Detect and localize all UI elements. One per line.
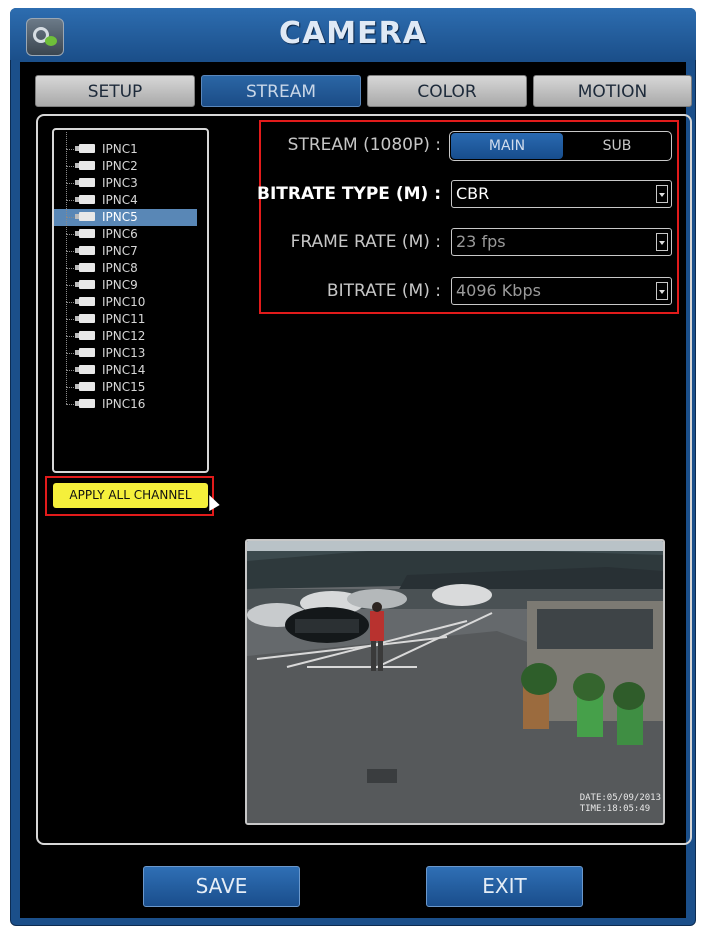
channel-item[interactable]: IPNC1 xyxy=(54,132,197,158)
channel-label: IPNC9 xyxy=(102,278,138,292)
channel-label: IPNC8 xyxy=(102,261,138,275)
window-title: CAMERA xyxy=(279,16,427,51)
tree-line xyxy=(66,268,67,285)
tree-line xyxy=(66,319,67,336)
channel-label: IPNC3 xyxy=(102,176,138,190)
tree-line xyxy=(66,285,67,302)
channel-item[interactable]: IPNC15 xyxy=(54,370,197,396)
channel-item[interactable]: IPNC11 xyxy=(54,302,197,328)
ip-camera-icon xyxy=(75,161,95,170)
channel-label: IPNC16 xyxy=(102,397,146,411)
ip-camera-icon xyxy=(75,144,95,153)
tree-line xyxy=(66,166,67,183)
ip-camera-icon xyxy=(75,348,95,357)
camera-preview: DATE:05/09/2013 TIME:18:05:49 xyxy=(245,539,665,825)
preview-timestamp: DATE:05/09/2013 TIME:18:05:49 xyxy=(580,793,661,815)
chevron-down-icon xyxy=(656,185,668,203)
save-button[interactable]: SAVE xyxy=(143,866,300,907)
channel-label: IPNC10 xyxy=(102,295,146,309)
tree-line xyxy=(66,370,67,387)
bitrate-type-value: CBR xyxy=(456,184,490,203)
channel-label: IPNC14 xyxy=(102,363,146,377)
channel-item[interactable]: IPNC7 xyxy=(54,234,197,260)
channel-item[interactable]: IPNC6 xyxy=(54,217,197,243)
channel-item[interactable]: IPNC8 xyxy=(54,251,197,277)
frame-rate-value: 23 fps xyxy=(456,232,506,251)
frame-rate-label: FRAME RATE (M) : xyxy=(290,232,441,252)
ip-camera-icon xyxy=(75,212,95,221)
channel-item[interactable]: IPNC13 xyxy=(54,336,197,362)
channel-label: IPNC11 xyxy=(102,312,146,326)
channel-item[interactable]: IPNC10 xyxy=(54,285,197,311)
bitrate-label: BITRATE (M) : xyxy=(326,281,441,301)
tree-line xyxy=(66,387,67,404)
tree-line xyxy=(66,132,67,149)
ip-camera-icon xyxy=(75,314,95,323)
channel-label: IPNC1 xyxy=(102,142,138,156)
title-bar: CAMERA xyxy=(10,8,696,60)
stream-toggle[interactable]: MAIN SUB xyxy=(449,131,672,161)
chevron-down-icon xyxy=(656,282,668,300)
channel-item[interactable]: IPNC14 xyxy=(54,353,197,379)
tree-line xyxy=(66,302,67,319)
channel-item[interactable]: IPNC12 xyxy=(54,319,197,345)
bitrate-select[interactable]: 4096 Kbps xyxy=(451,277,672,305)
preview-time: TIME:18:05:49 xyxy=(579,804,651,814)
channel-item[interactable]: IPNC3 xyxy=(54,166,197,192)
tree-line xyxy=(66,200,67,217)
stream-main-button[interactable]: MAIN xyxy=(451,133,563,159)
ip-camera-icon xyxy=(75,382,95,391)
parking-lot-scene xyxy=(247,541,663,823)
channel-item[interactable]: IPNC9 xyxy=(54,268,197,294)
ip-camera-icon xyxy=(75,280,95,289)
stream-sub-button[interactable]: SUB xyxy=(564,133,670,159)
ip-camera-icon xyxy=(75,229,95,238)
ip-camera-icon xyxy=(75,297,95,306)
tree-line xyxy=(66,217,67,234)
channel-label: IPNC7 xyxy=(102,244,138,258)
channel-item[interactable]: IPNC5 xyxy=(54,200,197,226)
tree-line xyxy=(66,183,67,200)
channel-label: IPNC6 xyxy=(102,227,138,241)
channel-label: IPNC13 xyxy=(102,346,146,360)
ip-camera-icon xyxy=(75,365,95,374)
tab-stream[interactable]: STREAM xyxy=(201,75,361,107)
bitrate-type-label: BITRATE TYPE (M) : xyxy=(256,184,441,204)
ip-camera-icon xyxy=(75,246,95,255)
ip-camera-icon xyxy=(75,331,95,340)
channel-item[interactable]: IPNC16 xyxy=(54,387,197,413)
tree-line xyxy=(66,234,67,251)
tree-line xyxy=(66,251,67,268)
ip-camera-icon xyxy=(75,399,95,408)
channel-label: IPNC15 xyxy=(102,380,146,394)
highlight-frame xyxy=(45,476,214,516)
ip-camera-icon xyxy=(75,195,95,204)
channel-label: IPNC5 xyxy=(102,210,138,224)
tree-line xyxy=(66,353,67,370)
tab-motion[interactable]: MOTION xyxy=(533,75,692,107)
channel-label: IPNC2 xyxy=(102,159,138,173)
tab-color[interactable]: COLOR xyxy=(367,75,527,107)
tree-line xyxy=(66,336,67,353)
tab-setup[interactable]: SETUP xyxy=(35,75,195,107)
bitrate-value: 4096 Kbps xyxy=(456,281,541,300)
tree-line xyxy=(66,149,67,166)
stream-label: STREAM (1080P) : xyxy=(287,135,441,155)
frame-rate-select[interactable]: 23 fps xyxy=(451,228,672,256)
chevron-down-icon xyxy=(656,233,668,251)
exit-button[interactable]: EXIT xyxy=(426,866,583,907)
ip-camera-icon xyxy=(75,263,95,272)
bitrate-type-select[interactable]: CBR xyxy=(451,180,672,208)
ip-camera-icon xyxy=(75,178,95,187)
channel-item[interactable]: IPNC2 xyxy=(54,149,197,175)
channel-label: IPNC4 xyxy=(102,193,138,207)
preview-date: DATE:05/09/2013 xyxy=(579,793,661,803)
channel-label: IPNC12 xyxy=(102,329,146,343)
channel-item[interactable]: IPNC4 xyxy=(54,183,197,209)
